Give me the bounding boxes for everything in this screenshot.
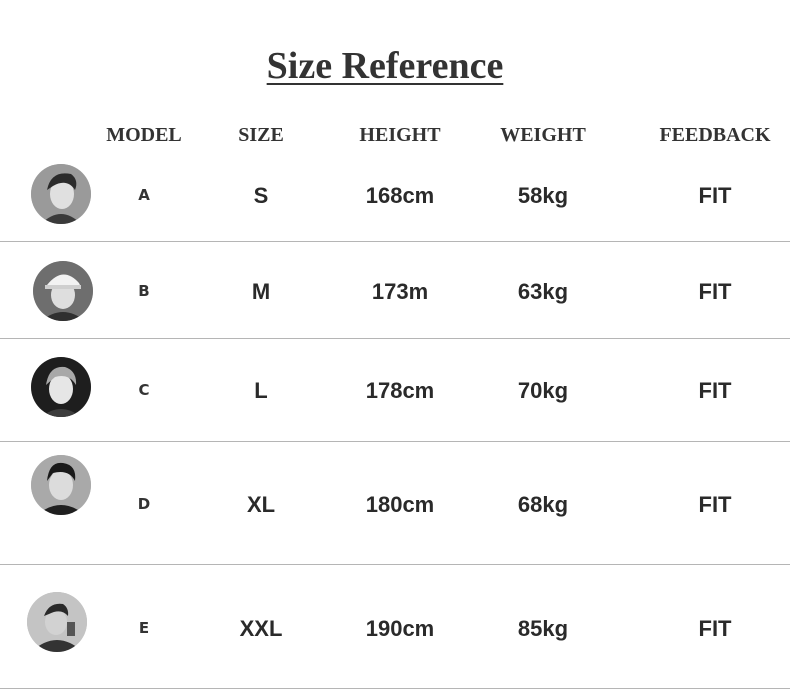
model-photo-b	[33, 261, 93, 321]
header-size: SIZE	[238, 124, 284, 146]
model-letter: E	[138, 619, 150, 637]
row-divider	[0, 241, 790, 242]
header-weight: WEIGHT	[500, 124, 586, 146]
model-photo-a	[31, 164, 91, 224]
model-photo-d	[31, 455, 91, 515]
row-divider	[0, 338, 790, 339]
model-letter: B	[138, 282, 150, 300]
size-value: L	[254, 378, 268, 403]
height-value: 180cm	[365, 492, 435, 517]
model-photo-e	[27, 592, 87, 652]
feedback-value: FIT	[698, 616, 732, 641]
weight-value: 58kg	[517, 183, 569, 208]
header-feedback: FEEDBACK	[659, 124, 771, 146]
weight-value: 63kg	[517, 279, 569, 304]
model-letter: C	[138, 381, 150, 399]
height-value: 168cm	[365, 183, 435, 208]
model-letter: D	[137, 495, 151, 513]
feedback-value: FIT	[698, 492, 732, 517]
size-value: S	[253, 183, 269, 208]
page-title: Size Reference	[266, 45, 504, 87]
size-value: XXL	[239, 616, 283, 641]
height-value: 190cm	[365, 616, 435, 641]
row-divider	[0, 564, 790, 565]
feedback-value: FIT	[698, 378, 732, 403]
height-value: 178cm	[365, 378, 435, 403]
model-photo-c	[31, 357, 91, 417]
size-value: XL	[246, 492, 276, 517]
height-value: 173m	[371, 279, 429, 304]
weight-value: 68kg	[517, 492, 569, 517]
row-divider	[0, 688, 790, 689]
feedback-value: FIT	[698, 183, 732, 208]
weight-value: 85kg	[517, 616, 569, 641]
size-value: M	[251, 279, 271, 304]
row-divider	[0, 441, 790, 442]
feedback-value: FIT	[698, 279, 732, 304]
header-height: HEIGHT	[359, 124, 441, 146]
weight-value: 70kg	[517, 378, 569, 403]
model-letter: A	[138, 186, 150, 204]
